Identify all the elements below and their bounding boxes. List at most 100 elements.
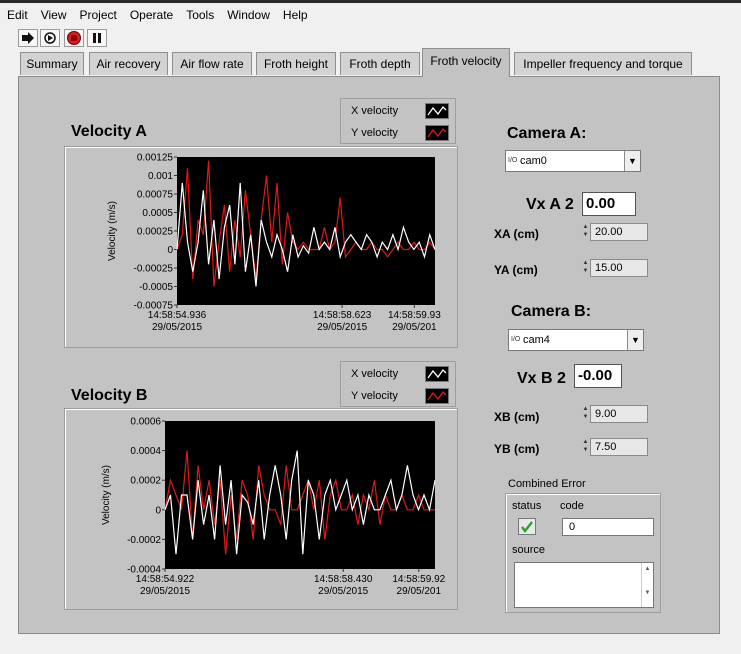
x-tick-label-date: 29/05/201 <box>397 586 442 597</box>
y-tick-label: 0.00025 <box>137 227 174 238</box>
y-tick-label: 0.0005 <box>142 208 173 219</box>
xa-input[interactable]: 20.00 <box>590 223 648 241</box>
legend-x-swatch <box>425 366 449 382</box>
tab-froth-height[interactable]: Froth height <box>256 52 336 75</box>
menu-view[interactable]: View <box>34 3 73 22</box>
x-tick-label-time: 14:58:54.922 <box>136 574 195 585</box>
x-tick-label-date: 29/05/2015 <box>152 322 202 333</box>
combined-error-title: Combined Error <box>508 478 586 490</box>
vx-a2-indicator: 0.00 <box>582 192 636 216</box>
run-continuously-button[interactable] <box>40 29 60 47</box>
menu-operate[interactable]: Operate <box>123 3 179 22</box>
velocity-b-graph[interactable]: 0.0006 0.0004 0.0002 0 -0.0002 -0.0004 Velocit… <box>64 408 458 610</box>
y-tick-label: 0.00075 <box>137 190 174 201</box>
camera-b-value: cam4 <box>523 334 550 346</box>
chevron-down-icon: ▼ <box>624 151 640 171</box>
source-field[interactable]: ▲ ▼ <box>514 562 654 608</box>
tab-air-recovery[interactable]: Air recovery <box>89 52 168 75</box>
menu-bar: Edit View Project Operate Tools Window Help <box>0 0 741 26</box>
x-tick-label-time: 14:58:59.93 <box>388 310 441 321</box>
camera-b-select[interactable]: I/O cam4 ▼ <box>508 329 644 351</box>
velocity-b-title: Velocity B <box>71 387 148 404</box>
camera-a-select[interactable]: I/O cam0 ▼ <box>505 150 641 172</box>
yb-spinner-icon[interactable]: ▲ ▼ <box>582 438 589 456</box>
x-tick-label-date: 29/05/2015 <box>140 586 190 597</box>
x-tick-label-time: 14:58:58.623 <box>313 310 372 321</box>
y-tick-label: 0 <box>167 245 173 256</box>
source-label: source <box>512 544 546 556</box>
camera-a-heading: Camera A: <box>507 125 587 142</box>
velocity-a-title: Velocity A <box>71 123 147 140</box>
xa-label: XA (cm) <box>494 227 539 241</box>
pause-button[interactable] <box>87 29 107 47</box>
velocity-a-legend[interactable]: X velocity Y velocity <box>340 98 456 144</box>
velocity-b-legend[interactable]: X velocity Y velocity <box>340 361 456 407</box>
x-tick-label-date: 29/05/2015 <box>317 322 367 333</box>
yb-input[interactable]: 7.50 <box>590 438 648 456</box>
y-tick-label: 0.001 <box>148 171 173 182</box>
legend-y-label: Y velocity <box>351 127 398 139</box>
pause-icon <box>93 33 101 43</box>
yb-label: YB (cm) <box>494 442 540 456</box>
abort-stop-icon <box>67 31 81 45</box>
tab-impeller-frequency-and-torque[interactable]: Impeller frequency and torque <box>514 52 692 75</box>
x-tick-label-time: 14:58:58.430 <box>314 574 373 585</box>
code-label: code <box>560 500 584 512</box>
y-tick-label: -0.0002 <box>127 535 161 546</box>
source-scrollbar[interactable]: ▲ ▼ <box>641 563 653 607</box>
run-arrow-icon <box>22 32 34 44</box>
ya-spinner-icon[interactable]: ▲ ▼ <box>582 259 589 277</box>
menu-tools[interactable]: Tools <box>179 3 220 22</box>
run-button[interactable] <box>18 29 38 47</box>
velocity-a-plot: 0.00125 0.001 0.00075 0.0005 0.00025 0 -0.0002… <box>107 153 441 334</box>
chevron-down-icon: ▼ <box>627 330 643 350</box>
status-label: status <box>512 500 542 512</box>
y-axis-label: Velocity (m/s) <box>107 201 118 261</box>
tab-air-flow-rate[interactable]: Air flow rate <box>172 52 252 75</box>
menu-edit[interactable]: Edit <box>0 3 34 22</box>
legend-x-swatch <box>425 103 449 119</box>
x-tick-label-time: 14:58:54.936 <box>148 310 207 321</box>
x-tick-label-date: 29/05/2015 <box>318 586 368 597</box>
legend-y-label: Y velocity <box>351 390 398 402</box>
y-tick-label: 0.0002 <box>130 476 161 487</box>
io-icon: I/O <box>511 336 521 343</box>
ya-input[interactable]: 15.00 <box>590 259 648 277</box>
tab-froth-velocity[interactable]: Froth velocity <box>422 48 510 77</box>
abort-button[interactable] <box>64 29 84 47</box>
status-indicator <box>518 518 536 535</box>
io-icon: I/O <box>508 157 518 164</box>
checkmark-icon <box>521 521 533 533</box>
xa-spinner-icon[interactable]: ▲ ▼ <box>582 223 589 241</box>
y-axis-label: Velocity (m/s) <box>101 465 112 525</box>
legend-x-label: X velocity <box>351 368 399 380</box>
velocity-a-graph[interactable]: 0.00125 0.001 0.00075 0.0005 0.00025 0 -0.0002… <box>64 146 458 348</box>
vx-b2-indicator: -0.00 <box>574 364 622 388</box>
velocity-b-plot: 0.00060.00040.00020-0.0002-0.0004Velocit… <box>101 417 446 598</box>
xb-input[interactable]: 9.00 <box>590 405 648 423</box>
combined-error-cluster: status code 0 source ▲ ▼ <box>505 493 661 613</box>
tab-summary[interactable]: Summary <box>20 52 84 75</box>
y-tick-label: 0 <box>155 505 161 516</box>
legend-y-swatch <box>425 125 449 141</box>
menu-project[interactable]: Project <box>72 3 122 22</box>
y-tick-label: -0.0005 <box>139 282 173 293</box>
vx-b2-label: Vx B 2 <box>517 370 566 387</box>
legend-y-swatch <box>425 388 449 404</box>
toolbar <box>0 27 741 49</box>
menu-window[interactable]: Window <box>220 3 276 22</box>
ya-label: YA (cm) <box>494 263 538 277</box>
tab-froth-depth[interactable]: Froth depth <box>340 52 420 75</box>
menu-help[interactable]: Help <box>276 3 314 22</box>
xb-label: XB (cm) <box>494 410 540 424</box>
legend-x-label: X velocity <box>351 105 399 117</box>
vx-a2-label: Vx A 2 <box>526 196 574 213</box>
camera-b-heading: Camera B: <box>511 303 592 320</box>
y-tick-label: -0.00025 <box>134 264 174 275</box>
y-tick-label: 0.00125 <box>137 153 174 164</box>
run-continuously-icon <box>44 32 56 44</box>
y-tick-label: 0.0006 <box>130 417 161 428</box>
xb-spinner-icon[interactable]: ▲ ▼ <box>582 405 589 423</box>
code-field[interactable]: 0 <box>562 518 654 536</box>
camera-a-value: cam0 <box>520 155 547 167</box>
